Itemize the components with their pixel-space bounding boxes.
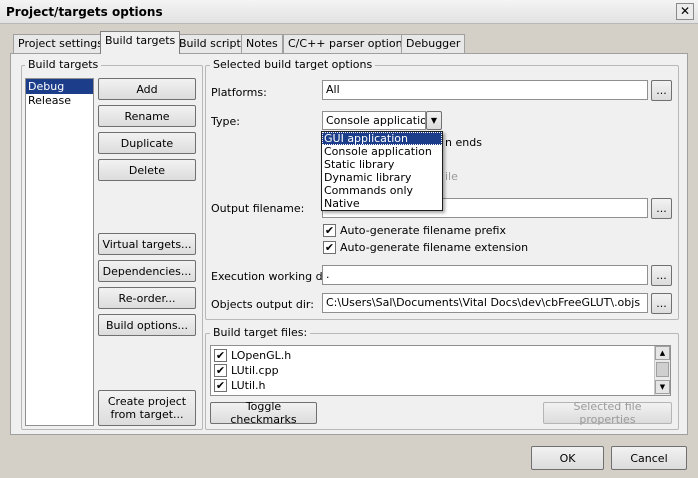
dropdown-option-gui[interactable]: GUI application [322,132,442,145]
build-options-button[interactable]: Build options... [98,314,196,336]
execution-dir-label: Execution working dir: [211,270,334,283]
type-select[interactable]: Console application [322,111,426,130]
execution-dir-browse-button[interactable]: ... [651,265,672,286]
close-button[interactable]: ✕ [676,3,694,20]
platforms-browse-button[interactable]: ... [651,80,672,101]
file-name: LOpenGL.h [231,349,292,362]
type-dropdown-list[interactable]: GUI application Console application Stat… [321,131,443,211]
reorder-button[interactable]: Re-order... [98,287,196,309]
build-target-files-legend: Build target files: [210,326,311,339]
dropdown-option-native[interactable]: Native [322,197,442,210]
hidden-option-text: n ends [445,136,482,149]
virtual-targets-button[interactable]: Virtual targets... [98,233,196,255]
dropdown-option-console[interactable]: Console application [322,145,442,158]
auto-prefix-checkbox[interactable]: ✔ [323,224,336,237]
dropdown-option-commands[interactable]: Commands only [322,184,442,197]
ok-button[interactable]: OK [531,446,604,470]
create-project-from-target-button[interactable]: Create project from target... [98,390,196,426]
selected-file-properties-button[interactable]: Selected file properties [543,400,672,426]
file-name: LUtil.h [231,379,266,392]
delete-button[interactable]: Delete [98,159,196,181]
dependencies-button[interactable]: Dependencies... [98,260,196,282]
file-checkbox[interactable]: ✔ [214,349,227,362]
output-filename-browse-button[interactable]: ... [651,198,672,219]
type-label: Type: [211,115,240,128]
type-dropdown-arrow[interactable]: ▼ [426,111,442,130]
scroll-down-icon[interactable]: ▼ [655,380,670,394]
title-bar: Project/targets options ✕ [0,0,698,24]
platforms-input[interactable]: All [322,80,648,100]
cancel-button[interactable]: Cancel [611,446,687,470]
tab-build-targets[interactable]: Build targets [100,31,181,54]
build-targets-legend: Build targets [25,58,102,71]
tab-cpp-parser-options[interactable]: C/C++ parser options [283,34,414,53]
selected-options-legend: Selected build target options [210,58,376,71]
scroll-up-icon[interactable]: ▲ [655,346,670,360]
targets-list[interactable]: Debug Release [25,78,94,426]
objects-dir-browse-button[interactable]: ... [651,293,672,314]
window-title: Project/targets options [6,5,163,19]
files-list[interactable]: ✔ LOpenGL.h ✔ LUtil.cpp ✔ LUtil.h ▲ ▼ [210,345,671,396]
create-project-line2: from target... [110,408,184,421]
create-project-line1: Create project [107,395,187,408]
tab-build-scripts[interactable]: Build scripts [174,34,252,53]
auto-prefix-label: Auto-generate filename prefix [340,224,506,237]
dropdown-option-dynamic[interactable]: Dynamic library [322,171,442,184]
tab-project-settings[interactable]: Project settings [13,34,108,53]
file-checkbox[interactable]: ✔ [214,379,227,392]
list-item-release[interactable]: Release [26,94,93,107]
hidden-option-text-2: ile [445,170,458,183]
add-button[interactable]: Add [98,78,196,100]
output-filename-label: Output filename: [211,202,305,215]
platforms-label: Platforms: [211,86,267,99]
files-scrollbar[interactable]: ▲ ▼ [654,346,670,395]
dropdown-option-static[interactable]: Static library [322,158,442,171]
auto-extension-checkbox[interactable]: ✔ [323,241,336,254]
list-item-debug[interactable]: Debug [26,79,93,94]
tab-notes[interactable]: Notes [241,34,283,53]
duplicate-button[interactable]: Duplicate [98,132,196,154]
scroll-thumb[interactable] [656,362,669,377]
objects-dir-input[interactable]: C:\Users\Sal\Documents\Vital Docs\dev\cb… [322,293,648,313]
rename-button[interactable]: Rename [98,105,196,127]
execution-dir-input[interactable]: . [322,265,648,285]
tab-debugger[interactable]: Debugger [401,34,466,53]
toggle-checkmarks-button[interactable]: Toggle checkmarks [210,400,317,426]
file-checkbox[interactable]: ✔ [214,364,227,377]
file-name: LUtil.cpp [231,364,279,377]
objects-dir-label: Objects output dir: [211,298,314,311]
auto-extension-label: Auto-generate filename extension [340,241,529,254]
